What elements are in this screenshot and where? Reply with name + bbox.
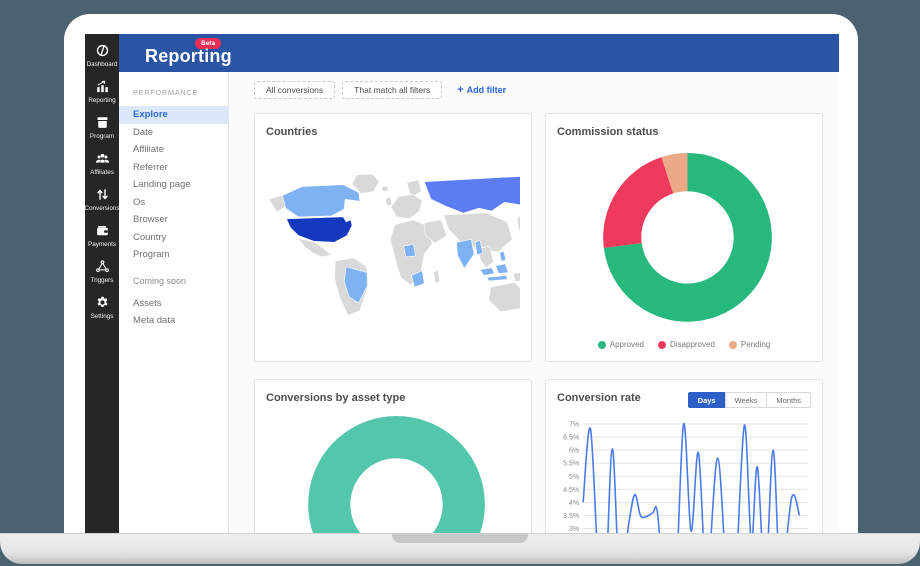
nav-item-reporting[interactable]: Reporting <box>85 79 119 104</box>
world-map-svg <box>268 173 520 317</box>
sidebar-coming-soon-label: Coming soon <box>133 275 187 286</box>
asset-type-title: Conversions by asset type <box>266 392 406 404</box>
sidebar-item-assets[interactable]: Assets <box>119 295 228 313</box>
app-window: Dashboard Reporting Program Affiliates Conve… <box>85 34 839 533</box>
sidebar-section-label: PERFORMANCE <box>133 88 198 97</box>
world-map <box>266 138 520 349</box>
logo-icon <box>95 43 110 58</box>
y-axis-tick-label: 5.5% <box>563 461 579 468</box>
y-axis-tick-label: 5% <box>569 474 579 481</box>
nav-item-triggers[interactable]: Triggers <box>85 259 119 284</box>
page-background: Dashboard Reporting Program Affiliates Conve… <box>0 0 920 566</box>
tab-days[interactable]: Days <box>687 392 726 408</box>
secondary-sidebar: PERFORMANCE Explore Date Affiliate Referrer… <box>119 72 229 533</box>
sidebar-item-browser[interactable]: Browser <box>119 211 228 229</box>
interval-tabs: Days Weeks Months <box>687 392 811 408</box>
add-filter-label: Add filter <box>466 85 507 95</box>
filter-bar: All conversions That match all filters +… <box>254 81 823 99</box>
sidebar-item-referrer[interactable]: Referrer <box>119 159 228 177</box>
sidebar-item-affiliate[interactable]: Affiliate <box>119 141 228 159</box>
y-axis-tick-label: 7% <box>569 422 579 429</box>
nav-item-payments[interactable]: Payments <box>85 223 119 248</box>
asset-type-card: Conversions by asset type <box>254 379 532 533</box>
y-axis-tick-label: 4.5% <box>563 487 579 494</box>
commission-donut-chart <box>603 153 772 322</box>
legend-item-approved: Approved <box>597 340 644 349</box>
match-all-filters-button[interactable]: That match all filters <box>342 81 443 99</box>
nav-item-label: Payments <box>88 241 116 248</box>
nav-item-label: Triggers <box>90 277 114 284</box>
dashboard-grid: Countries Commission status Approved Dis… <box>254 113 823 533</box>
nav-item-label: Program <box>89 133 115 140</box>
laptop-base <box>0 533 920 564</box>
plus-icon: + <box>457 84 464 96</box>
conversion-rate-title: Conversion rate <box>557 392 641 404</box>
y-axis-tick-label: 6.5% <box>563 435 579 442</box>
legend-item-pending: Pending <box>728 340 771 349</box>
legend-dot <box>597 340 606 349</box>
legend-label: Pending <box>740 340 771 349</box>
legend-label: Approved <box>609 340 644 349</box>
conversion-rate-line-chart: 7% 6.5% 6% 5.5% 5% 4.5% 4% 3.5% 3% <box>563 422 808 533</box>
gear-icon <box>95 295 110 310</box>
sidebar-item-os[interactable]: Os <box>119 194 228 212</box>
commission-legend: Approved Disapproved Pending <box>557 340 811 349</box>
sidebar-item-date[interactable]: Date <box>119 124 228 142</box>
nav-item-label: Reporting <box>88 97 116 104</box>
bar-chart-icon <box>95 79 110 94</box>
legend-dot <box>728 340 737 349</box>
y-axis-tick-label: 3% <box>569 526 579 533</box>
main-content: All conversions That match all filters +… <box>229 72 839 533</box>
wallet-icon <box>95 223 110 238</box>
countries-card-title: Countries <box>266 126 318 138</box>
y-axis-tick-label: 6% <box>569 448 579 455</box>
conversion-rate-card: Conversion rate Days Weeks Months 7% 6.5% 6%… <box>545 379 823 533</box>
nav-item-program[interactable]: Program <box>85 115 119 140</box>
commission-status-card: Commission status Approved Disapproved Pen… <box>545 113 823 362</box>
primary-sidebar: Dashboard Reporting Program Affiliates Conve… <box>85 34 120 533</box>
legend-dot <box>657 340 666 349</box>
arrows-up-down-icon <box>95 187 110 202</box>
nav-item-label: Dashboard <box>86 61 118 68</box>
sidebar-item-country[interactable]: Country <box>119 229 228 247</box>
legend-item-disapproved: Disapproved <box>657 340 715 349</box>
nav-item-affiliates[interactable]: Affiliates <box>85 151 119 176</box>
tab-months[interactable]: Months <box>766 392 811 408</box>
nav-item-conversions[interactable]: Conversions <box>85 187 120 212</box>
nav-item-label: Settings <box>90 313 114 320</box>
y-axis-tick-label: 3.5% <box>563 513 579 520</box>
laptop-notch <box>392 534 528 543</box>
y-axis-tick-label: 4% <box>569 500 579 507</box>
tab-weeks[interactable]: Weeks <box>724 392 768 408</box>
asset-type-donut-chart <box>308 416 485 533</box>
conversion-rate-line <box>582 423 801 533</box>
all-conversions-button[interactable]: All conversions <box>254 81 336 99</box>
add-filter-button[interactable]: + Add filter <box>457 84 506 96</box>
sidebar-item-meta-data[interactable]: Meta data <box>119 312 228 330</box>
app-header: Beta Reporting <box>119 34 839 72</box>
countries-card: Countries <box>254 113 532 362</box>
laptop-screen-bezel: Dashboard Reporting Program Affiliates Conve… <box>64 14 858 533</box>
page-title: Reporting <box>145 46 232 66</box>
legend-label: Disapproved <box>669 340 715 349</box>
archive-box-icon <box>95 115 110 130</box>
users-icon <box>95 151 110 166</box>
app-body: Beta Reporting PERFORMANCE Explore Date Af… <box>119 34 839 533</box>
sidebar-item-landing-page[interactable]: Landing page <box>119 176 228 194</box>
nav-item-dashboard[interactable]: Dashboard <box>85 43 119 68</box>
commission-status-title: Commission status <box>557 126 659 138</box>
sidebar-item-explore[interactable]: Explore <box>119 106 228 124</box>
sidebar-item-program[interactable]: Program <box>119 246 228 264</box>
nav-item-label: Affiliates <box>90 169 114 176</box>
nav-item-settings[interactable]: Settings <box>85 295 119 320</box>
donut-segment <box>661 153 689 194</box>
donut-segment <box>308 416 485 533</box>
trigger-network-icon <box>95 259 110 274</box>
donut-segment <box>603 157 675 248</box>
nav-item-label: Conversions <box>85 205 120 212</box>
